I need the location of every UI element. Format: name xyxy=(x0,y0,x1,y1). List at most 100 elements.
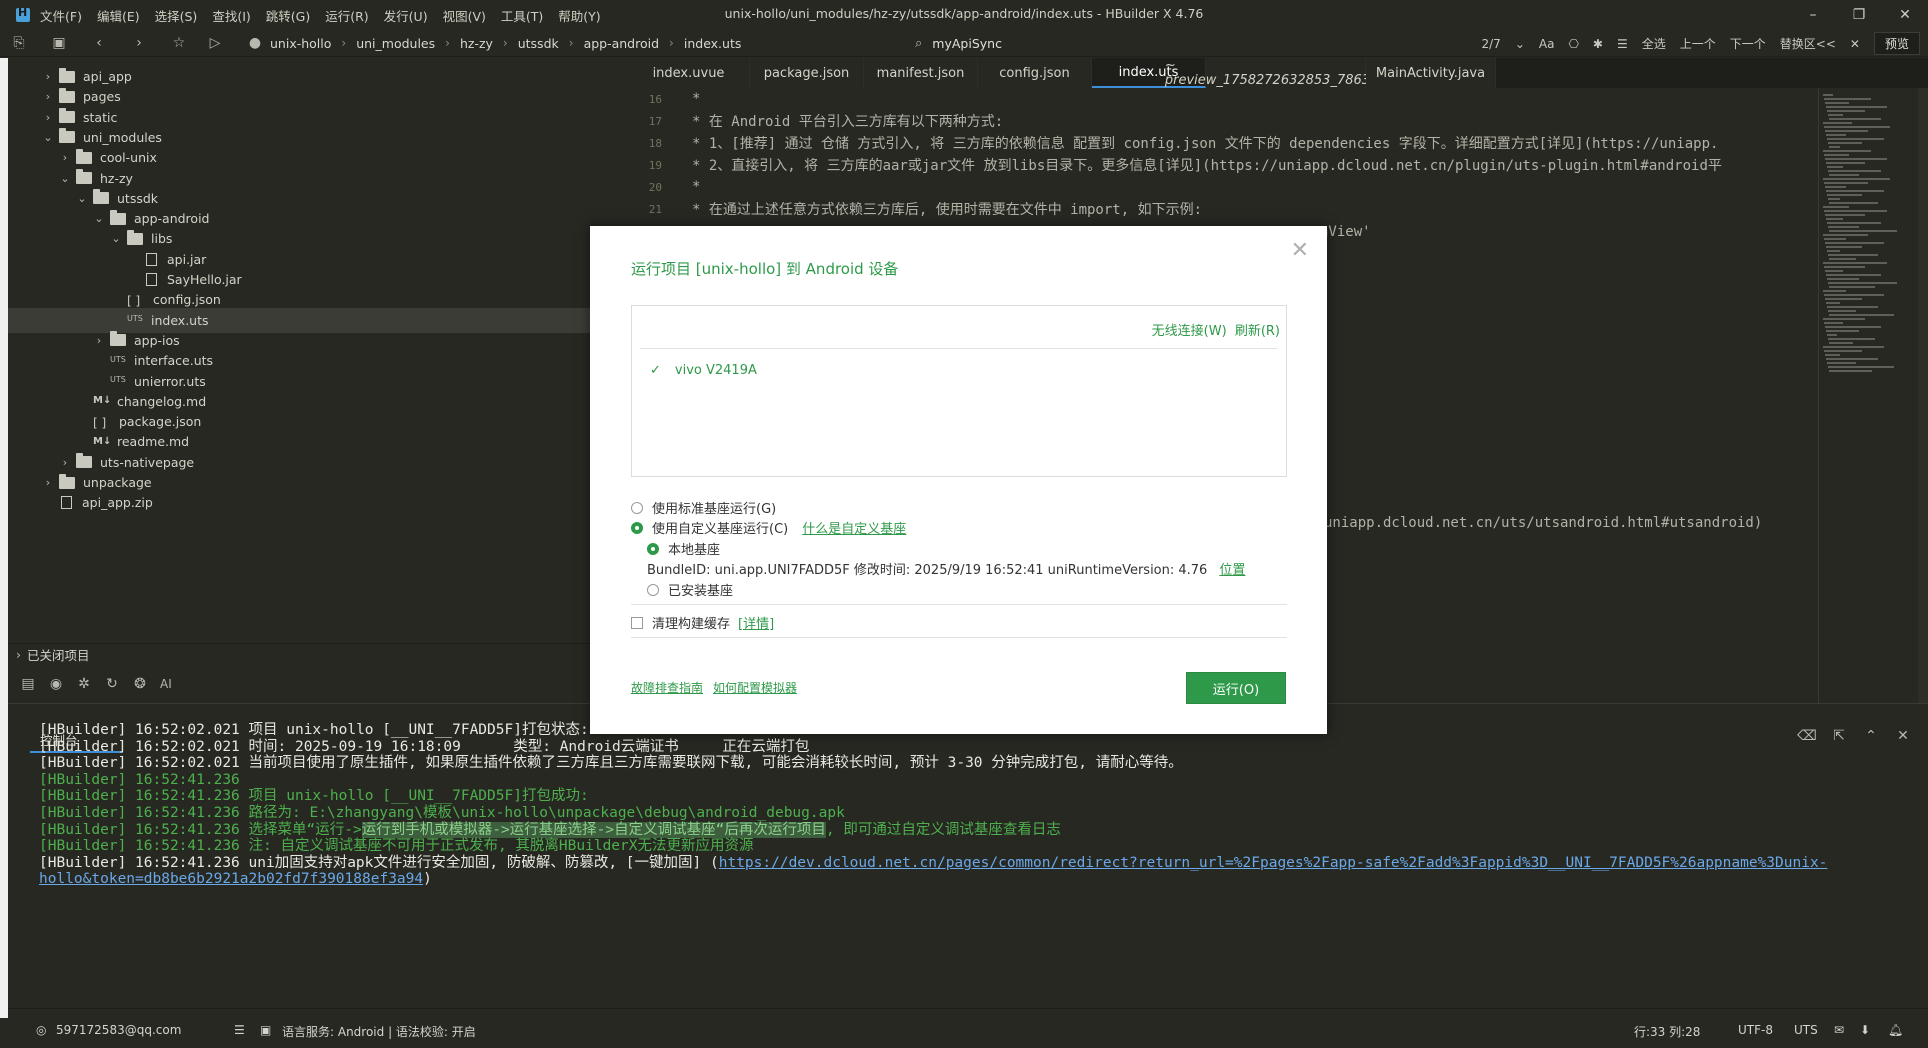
close-find-icon[interactable]: ✕ xyxy=(1850,37,1860,51)
chevron-down-icon[interactable]: ⌄ xyxy=(41,131,55,144)
search-input[interactable]: myApiSync xyxy=(932,36,1002,51)
radio-button-selected[interactable] xyxy=(631,521,643,534)
what-is-custom-base-link[interactable]: 什么是自定义基座 xyxy=(802,518,906,537)
run-button[interactable]: 运行(O) xyxy=(1186,672,1286,704)
git-icon[interactable]: ↻ xyxy=(104,676,120,692)
menu-publish[interactable]: 发行(U) xyxy=(384,6,428,25)
standard-base-option[interactable]: 使用标准基座运行(G) xyxy=(631,498,776,517)
terminal-icon[interactable]: ▣ xyxy=(260,1023,271,1037)
run-icon[interactable]: ▷ xyxy=(204,32,226,54)
match-case-button[interactable]: Aa xyxy=(1539,37,1555,51)
new-file-icon[interactable]: ⎘ xyxy=(8,32,30,54)
radio-button[interactable] xyxy=(647,583,659,596)
location-link[interactable]: 位置 xyxy=(1219,559,1245,578)
bell-icon[interactable]: 🔔︎ xyxy=(1888,1023,1903,1037)
chevron-down-icon[interactable]: ⌄ xyxy=(75,192,89,205)
whole-word-icon[interactable]: ⎔ xyxy=(1568,37,1578,51)
close-icon[interactable]: ✕ xyxy=(1291,240,1309,262)
find-options-chevron-icon[interactable]: ⌄ xyxy=(1515,37,1525,51)
scrollbar[interactable] xyxy=(1918,88,1928,703)
chat-icon[interactable]: ✉ xyxy=(1834,1023,1844,1037)
radio-button-selected[interactable] xyxy=(647,542,659,555)
back-icon[interactable]: ‹ xyxy=(88,32,110,54)
radio-button[interactable] xyxy=(631,501,643,514)
menu-help[interactable]: 帮助(Y) xyxy=(558,6,600,25)
hardening-link-continued[interactable]: hollo&token=db8be6b2921a2b02fd7f390188ef… xyxy=(39,871,423,887)
editor-tab[interactable]: ~ preview_1758272632853_78635.jsor xyxy=(1165,58,1406,88)
replace-toggle-button[interactable]: 替换区<< xyxy=(1780,35,1836,52)
troubleshoot-link[interactable]: 故障排查指南 xyxy=(631,679,703,696)
breadcrumb-item[interactable]: utssdk xyxy=(518,36,559,51)
emulator-config-link[interactable]: 如何配置模拟器 xyxy=(713,679,797,696)
chevron-right-icon[interactable]: › xyxy=(41,90,55,103)
chevron-right-icon[interactable]: › xyxy=(41,476,55,489)
prev-match-button[interactable]: 上一个 xyxy=(1680,35,1716,52)
language-service[interactable]: 语言服务: Android | 语法校验: 开启 xyxy=(282,1023,476,1040)
close-console-icon[interactable]: ✕ xyxy=(1892,728,1914,744)
menu-run[interactable]: 运行(R) xyxy=(325,6,368,25)
next-match-button[interactable]: 下一个 xyxy=(1730,35,1766,52)
closed-projects[interactable]: › 已关闭项目 xyxy=(8,643,590,665)
export-log-icon[interactable]: ⇱ xyxy=(1828,728,1850,744)
select-all-button[interactable]: 全选 xyxy=(1642,35,1666,52)
breadcrumb-item[interactable]: index.uts xyxy=(684,36,742,51)
menu-file[interactable]: 文件(F) xyxy=(40,6,82,25)
details-link[interactable]: [详情] xyxy=(738,613,774,632)
local-base-option[interactable]: 本地基座 xyxy=(647,539,720,558)
custom-base-option[interactable]: 使用自定义基座运行(C) 什么是自定义基座 xyxy=(631,518,906,537)
refresh-link[interactable]: 刷新(R) xyxy=(1235,324,1280,339)
restore-button[interactable]: ❐ xyxy=(1836,0,1882,30)
cursor-position[interactable]: 行:33 列:28 xyxy=(1634,1023,1700,1040)
plugin-icon[interactable]: ❂ xyxy=(132,676,148,692)
debug-icon[interactable]: ✲ xyxy=(76,676,92,692)
chevron-down-icon[interactable]: ⌄ xyxy=(109,232,123,245)
project-manager-icon[interactable]: ▤ xyxy=(20,676,36,692)
star-icon[interactable]: ☆ xyxy=(168,32,190,54)
menu-tools[interactable]: 工具(T) xyxy=(501,6,543,25)
device-item[interactable]: ✓ vivo V2419A xyxy=(650,363,757,378)
menu-find[interactable]: 查找(I) xyxy=(212,6,250,25)
list-icon[interactable]: ☰ xyxy=(234,1023,245,1037)
outline-icon[interactable]: ◉ xyxy=(48,676,64,692)
menu-edit[interactable]: 编辑(E) xyxy=(97,6,140,25)
encoding[interactable]: UTF-8 xyxy=(1738,1023,1773,1037)
preview-button[interactable]: 预览 xyxy=(1873,32,1920,55)
breadcrumb-item[interactable]: unix-hollo xyxy=(270,36,331,51)
breadcrumb-item[interactable]: hz-zy xyxy=(460,36,493,51)
clean-cache-option[interactable]: 清理构建缓存 [详情] xyxy=(631,613,774,632)
minimap[interactable] xyxy=(1818,88,1918,703)
minimize-button[interactable]: – xyxy=(1790,0,1836,30)
chevron-down-icon[interactable]: ⌄ xyxy=(92,212,106,225)
breadcrumb-item[interactable]: uni_modules xyxy=(356,36,435,51)
chevron-right-icon[interactable]: › xyxy=(92,334,106,347)
close-window-button[interactable]: ✕ xyxy=(1882,0,1928,30)
menu-select[interactable]: 选择(S) xyxy=(155,6,198,25)
collapse-icon[interactable]: ⌃ xyxy=(1860,728,1882,744)
editor-tab[interactable]: package.json xyxy=(750,58,864,88)
menu-goto[interactable]: 跳转(G) xyxy=(266,6,310,25)
download-icon[interactable]: ⬇ xyxy=(1860,1023,1870,1037)
forward-icon[interactable]: › xyxy=(128,32,150,54)
clear-console-icon[interactable]: ⌫ xyxy=(1796,728,1818,744)
chevron-right-icon[interactable]: › xyxy=(58,151,72,164)
editor-tab[interactable]: config.json xyxy=(978,58,1092,88)
chevron-right-icon[interactable]: › xyxy=(41,111,55,124)
wireless-connect-link[interactable]: 无线连接(W) xyxy=(1152,324,1227,339)
installed-base-option[interactable]: 已安装基座 xyxy=(647,580,733,599)
checkbox[interactable] xyxy=(631,616,643,629)
editor-tab[interactable]: MainActivity.java xyxy=(1366,58,1496,88)
selection-icon[interactable]: ☰ xyxy=(1617,37,1628,51)
regex-icon[interactable]: ✱ xyxy=(1593,37,1603,51)
chevron-right-icon[interactable]: › xyxy=(41,70,55,83)
editor-tab[interactable]: manifest.json xyxy=(864,58,978,88)
editor-tab[interactable]: index.uvue xyxy=(628,58,750,88)
language-mode[interactable]: UTS xyxy=(1794,1023,1818,1037)
hardening-link[interactable]: https://dev.dcloud.net.cn/pages/common/r… xyxy=(719,855,1828,871)
save-icon[interactable]: ▣ xyxy=(48,32,70,54)
ai-button[interactable]: AI xyxy=(160,677,172,691)
breadcrumb-item[interactable]: app-android xyxy=(584,36,659,51)
chevron-right-icon[interactable]: › xyxy=(58,456,72,469)
account-label[interactable]: 597172583@qq.com xyxy=(56,1023,181,1037)
menu-view[interactable]: 视图(V) xyxy=(443,6,486,25)
chevron-down-icon[interactable]: ⌄ xyxy=(58,172,72,185)
